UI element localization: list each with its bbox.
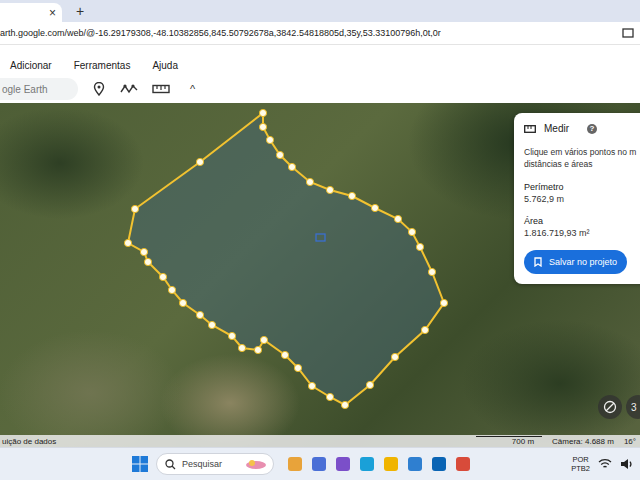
app-icon[interactable] xyxy=(312,457,326,471)
search-icon xyxy=(165,459,176,470)
polygon-vertex[interactable] xyxy=(259,109,266,116)
browser-tab[interactable]: × xyxy=(0,3,62,22)
tilt-reading: 16° xyxy=(624,437,636,446)
polygon-vertex[interactable] xyxy=(179,299,186,306)
path-icon[interactable] xyxy=(120,83,138,95)
polygon-vertex[interactable] xyxy=(159,273,166,280)
polygon-vertex[interactable] xyxy=(371,204,378,211)
polygon-vertex[interactable] xyxy=(124,239,131,246)
ruler-icon[interactable] xyxy=(152,84,170,94)
tab-strip: × + xyxy=(0,0,640,22)
polygon-vertex[interactable] xyxy=(308,382,315,389)
app-icon[interactable] xyxy=(288,457,302,471)
save-button[interactable]: Salvar no projeto xyxy=(524,250,627,274)
polygon-vertex[interactable] xyxy=(408,228,415,235)
address-bar[interactable]: arth.google.com/web/@-16.29179308,-48.10… xyxy=(0,22,640,45)
polygon-vertex[interactable] xyxy=(266,136,273,143)
camera-altitude: Câmera: 4.688 m xyxy=(552,437,614,446)
perimeter-label: Perímetro xyxy=(524,182,640,192)
app-header: Adicionar Ferramentas Ajuda ogle Earth ^ xyxy=(0,45,640,103)
compass-button[interactable] xyxy=(598,395,622,419)
polygon-vertex[interactable] xyxy=(276,151,283,158)
app-icon[interactable] xyxy=(336,457,350,471)
menu-item[interactable]: Adicionar xyxy=(10,60,52,71)
polygon-vertex[interactable] xyxy=(254,346,261,353)
polygon-vertex[interactable] xyxy=(168,286,175,293)
polygon-vertex[interactable] xyxy=(294,364,301,371)
polygon-vertex[interactable] xyxy=(326,186,333,193)
polygon-vertex[interactable] xyxy=(260,336,267,343)
area-label: Área xyxy=(524,216,640,226)
app-icon[interactable] xyxy=(384,457,398,471)
taskbar-search[interactable]: Pesquisar xyxy=(156,453,274,475)
taskbar: Pesquisar PORPTB2 xyxy=(0,447,640,480)
speaker-icon[interactable] xyxy=(620,458,634,470)
polygon-vertex[interactable] xyxy=(416,243,423,250)
polygon-vertex[interactable] xyxy=(144,258,151,265)
polygon-vertex[interactable] xyxy=(348,192,355,199)
polygon-vertex[interactable] xyxy=(196,311,203,318)
polygon-vertex[interactable] xyxy=(208,321,215,328)
polygon-vertex[interactable] xyxy=(440,299,447,306)
windows-start-icon[interactable] xyxy=(132,456,148,472)
polygon-vertex[interactable] xyxy=(281,351,288,358)
map-view[interactable]: Medir ? Clique em vários pontos no mdist… xyxy=(0,103,640,447)
polygon-vertex[interactable] xyxy=(394,215,401,222)
polygon-vertex[interactable] xyxy=(421,326,428,333)
polygon-vertex[interactable] xyxy=(341,401,348,408)
polygon-vertex[interactable] xyxy=(259,123,266,130)
scale-bar: 700 m xyxy=(476,436,542,447)
polygon-vertex[interactable] xyxy=(391,353,398,360)
cast-icon[interactable] xyxy=(622,28,634,38)
menu-item[interactable]: Ajuda xyxy=(152,60,178,71)
area-marker-icon xyxy=(316,234,325,241)
app-icon[interactable] xyxy=(408,457,422,471)
pin-icon[interactable] xyxy=(92,82,106,96)
panel-title: Medir xyxy=(544,123,569,134)
polygon-vertex[interactable] xyxy=(228,332,235,339)
polygon-vertex[interactable] xyxy=(140,248,147,255)
polygon-vertex[interactable] xyxy=(326,393,333,400)
search-highlight-icon xyxy=(245,458,267,470)
compass-icon xyxy=(603,400,617,414)
perimeter-value: 5.762,9 m xyxy=(524,194,640,204)
ruler-icon xyxy=(524,125,536,133)
menu-item[interactable]: Ferramentas xyxy=(74,60,131,71)
language-indicator[interactable]: PORPTB2 xyxy=(571,455,590,473)
polygon-vertex[interactable] xyxy=(288,163,295,170)
polygon-vertex[interactable] xyxy=(428,268,435,275)
screen: × + arth.google.com/web/@-16.29179308,-4… xyxy=(0,0,640,480)
panel-header: Medir ? xyxy=(524,123,640,134)
url-text[interactable]: arth.google.com/web/@-16.29179308,-48.10… xyxy=(0,28,441,38)
app-icon[interactable] xyxy=(456,457,470,471)
wifi-icon[interactable] xyxy=(598,458,612,470)
app-icon[interactable] xyxy=(432,457,446,471)
panel-hint: Clique em vários pontos no mdistâncias e… xyxy=(524,146,640,170)
tab-close-button[interactable]: × xyxy=(49,6,56,20)
status-bar: uição de dados 700 m Câmera: 4.688 m 16° xyxy=(0,435,640,447)
help-icon[interactable]: ? xyxy=(587,124,597,134)
polygon-vertex[interactable] xyxy=(306,178,313,185)
search-box[interactable]: ogle Earth xyxy=(0,78,78,100)
menu-bar: Adicionar Ferramentas Ajuda xyxy=(0,45,640,74)
polygon-vertex[interactable] xyxy=(196,158,203,165)
bookmark-icon xyxy=(534,257,542,267)
measure-panel: Medir ? Clique em vários pontos no mdist… xyxy=(514,113,640,284)
hint-line: distâncias e áreas xyxy=(524,158,640,170)
hint-line: Clique em vários pontos no m xyxy=(524,146,640,158)
taskbar-apps xyxy=(288,457,470,471)
area-value: 1.816.719,93 m² xyxy=(524,228,640,238)
attribution-text[interactable]: uição de dados xyxy=(2,437,56,446)
polygon-vertex[interactable] xyxy=(131,205,138,212)
app-icon[interactable] xyxy=(360,457,374,471)
toolbar: ogle Earth ^ xyxy=(0,74,640,100)
new-tab-button[interactable]: + xyxy=(76,3,84,22)
polygon-vertex[interactable] xyxy=(366,381,373,388)
collapse-button[interactable]: ^ xyxy=(190,83,195,95)
polygon-vertex[interactable] xyxy=(238,344,245,351)
